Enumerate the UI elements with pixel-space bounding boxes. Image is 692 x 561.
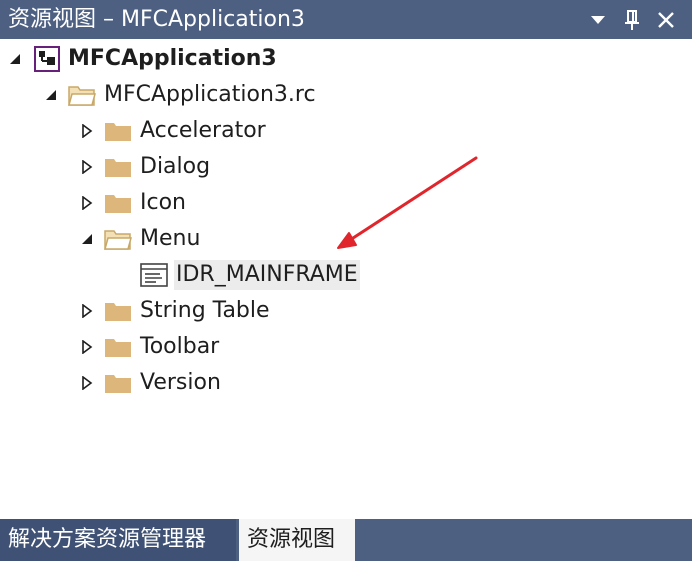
- folder-label: Icon: [140, 190, 186, 215]
- tab-solution-explorer[interactable]: 解决方案资源管理器: [0, 519, 236, 561]
- folder-icon: [104, 335, 132, 359]
- folder-label: String Table: [140, 298, 270, 323]
- folder-icon: [104, 155, 132, 179]
- folder-icon: [104, 299, 132, 323]
- panel-title: 资源视图 – MFCApplication3: [8, 7, 305, 32]
- tree-node-string-table[interactable]: String Table: [78, 293, 272, 329]
- project-icon: [34, 46, 60, 72]
- collapsed-triangle-icon[interactable]: [78, 338, 96, 356]
- panel-title-bar: 资源视图 – MFCApplication3: [0, 0, 692, 39]
- rc-file-label: MFCApplication3.rc: [104, 82, 316, 107]
- tree-node-idr-mainframe[interactable]: IDR_MAINFRAME: [140, 257, 360, 293]
- close-icon[interactable]: [653, 7, 679, 33]
- tree-node-dialog[interactable]: Dialog: [78, 149, 212, 185]
- tree-node-accelerator[interactable]: Accelerator: [78, 113, 268, 149]
- folder-label: Dialog: [140, 154, 211, 179]
- tree-node-version[interactable]: Version: [78, 365, 223, 401]
- panel-tab-strip: 解决方案资源管理器 资源视图: [0, 519, 692, 561]
- expanded-triangle-icon[interactable]: [78, 230, 96, 248]
- folder-icon: [104, 371, 132, 395]
- menu-resource-icon: [140, 262, 168, 288]
- collapsed-triangle-icon[interactable]: [78, 302, 96, 320]
- project-label: MFCApplication3: [68, 46, 277, 71]
- pin-icon[interactable]: [619, 7, 645, 33]
- tree-node-toolbar[interactable]: Toolbar: [78, 329, 221, 365]
- tree-node-icon[interactable]: Icon: [78, 185, 188, 221]
- tree-node-menu[interactable]: Menu: [78, 221, 202, 257]
- expanded-triangle-icon[interactable]: [6, 50, 24, 68]
- folder-icon: [104, 191, 132, 215]
- resource-tree: MFCApplication3 MFCApplication3.rc Accel…: [0, 39, 692, 519]
- expanded-triangle-icon[interactable]: [42, 86, 60, 104]
- folder-label: Toolbar: [140, 334, 220, 359]
- tab-resource-view[interactable]: 资源视图: [239, 519, 355, 561]
- collapsed-triangle-icon[interactable]: [78, 194, 96, 212]
- open-folder-icon: [68, 83, 96, 107]
- tree-node-project[interactable]: MFCApplication3: [6, 41, 279, 77]
- menu-item-label: IDR_MAINFRAME: [174, 260, 360, 290]
- open-folder-icon: [104, 227, 132, 251]
- tree-node-rc-file[interactable]: MFCApplication3.rc: [42, 77, 318, 113]
- folder-icon: [104, 119, 132, 143]
- folder-label: Accelerator: [140, 118, 266, 143]
- resource-view-panel: 资源视图 – MFCApplication3 MFCApplication3 M…: [0, 0, 692, 561]
- chevron-down-icon[interactable]: [585, 7, 611, 33]
- collapsed-triangle-icon[interactable]: [78, 122, 96, 140]
- collapsed-triangle-icon[interactable]: [78, 374, 96, 392]
- collapsed-triangle-icon[interactable]: [78, 158, 96, 176]
- folder-label: Menu: [140, 226, 201, 251]
- folder-label: Version: [140, 370, 221, 395]
